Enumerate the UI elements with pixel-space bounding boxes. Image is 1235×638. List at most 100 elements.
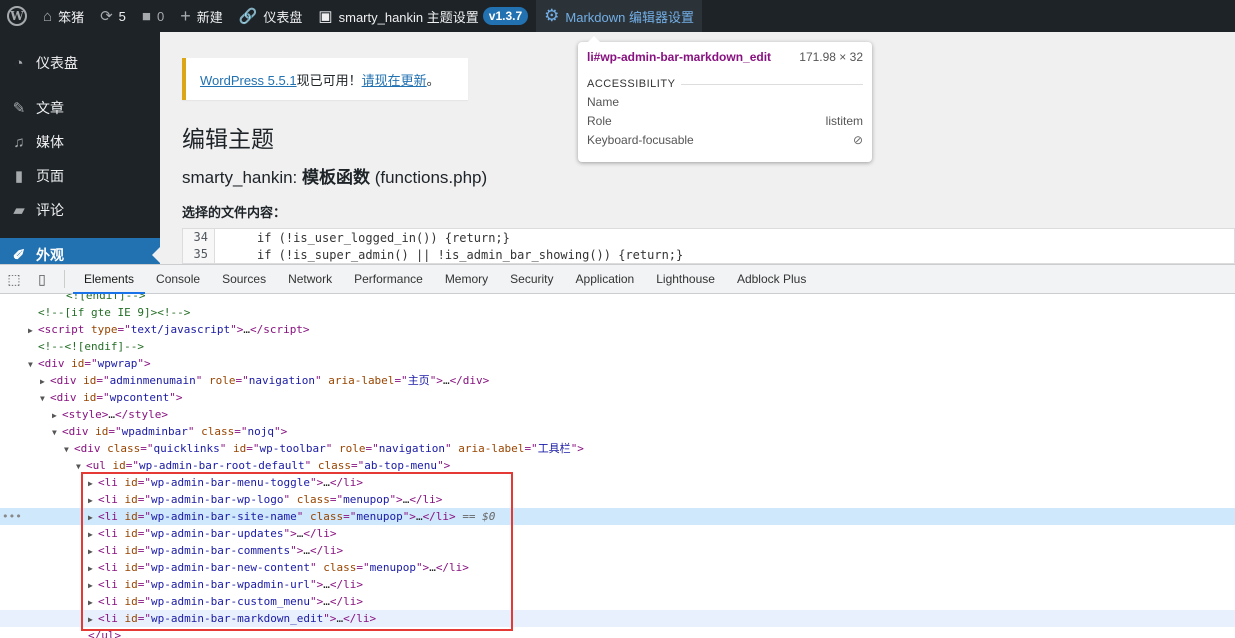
tab-security[interactable]: Security (499, 265, 564, 294)
file-title: smarty_hankin: 模板函数 (functions.php) (182, 163, 487, 188)
file-theme-name: smarty_hankin: (182, 168, 302, 187)
tooltip-selector: li#wp-admin-bar-markdown_edit (587, 50, 772, 64)
attr-value: nojq (247, 425, 274, 438)
device-toolbar-icon[interactable]: ▯ (28, 271, 56, 288)
wordpress-version-link[interactable]: WordPress 5.5.1 (200, 73, 297, 88)
dashboard-link[interactable]: 🔗 仪表盘 (231, 0, 311, 32)
attr-value: navigation (378, 442, 445, 455)
highlight-box (81, 472, 513, 631)
tooltip-role-value: listitem (825, 114, 863, 128)
admin-sidebar: ◔ 仪表盘 ✎ 文章 ♫ 媒体 ▮ 页面 ▰ 评论 ✐ 外观 (0, 32, 160, 272)
dom-line[interactable]: ▶ <div id="adminmenumain" role="navigatio… (0, 372, 1235, 389)
sidebar-item-media[interactable]: ♫ 媒体 (0, 125, 160, 159)
dom-comment: <![endif]--> (66, 294, 146, 302)
dom-line[interactable]: ▼ <div class="quicklinks" id="wp-toolbar"… (0, 440, 1235, 457)
version-badge: v1.3.7 (482, 7, 529, 25)
attr-value: wpadminbar (121, 425, 188, 438)
collapse-triangle-icon[interactable]: ▼ (52, 424, 62, 441)
tab-lighthouse[interactable]: Lighthouse (645, 265, 726, 294)
sidebar-item-comments[interactable]: ▰ 评论 (0, 193, 160, 227)
link-icon: 🔗 (238, 8, 258, 25)
comments-menu[interactable]: ■ 0 (134, 0, 172, 32)
site-name: 笨猪 (58, 9, 85, 25)
attr-value: wpcontent (109, 391, 170, 404)
tooltip-row-name: Name (587, 95, 863, 109)
sidebar-item-pages[interactable]: ▮ 页面 (0, 159, 160, 193)
tab-elements[interactable]: Elements (73, 265, 146, 294)
code-line: 34 if (!is_user_logged_in()) {return;} (183, 229, 1234, 246)
sidebar-item-label: 评论 (36, 202, 64, 218)
page-title: 编辑主题 (182, 126, 274, 152)
gear-icon: ⚙ (544, 6, 560, 25)
dom-line[interactable]: ▼ <div id="wpwrap"> (0, 355, 1235, 372)
dashboard-link-label: 仪表盘 (263, 9, 303, 25)
code-editor[interactable]: 34 if (!is_user_logged_in()) {return;} 3… (182, 228, 1235, 264)
sidebar-item-label: 仪表盘 (36, 55, 78, 71)
dom-line[interactable]: ▶ <script type="text/javascript">…</scrip… (0, 321, 1235, 338)
updates-count: 5 (118, 8, 126, 24)
sidebar-item-label: 外观 (36, 247, 64, 263)
dom-line[interactable]: <!--[if gte IE 9]><!--> (0, 304, 1235, 321)
update-now-link[interactable]: 请现在更新 (362, 73, 427, 88)
site-name-menu[interactable]: ⌂ 笨猪 (35, 0, 92, 32)
expand-triangle-icon[interactable]: ▶ (40, 373, 50, 390)
collapse-triangle-icon[interactable]: ▼ (28, 356, 38, 373)
wordpress-logo-icon: W (7, 6, 27, 26)
dashboard-icon: ◔ (14, 54, 24, 72)
brush-icon: ✐ (12, 247, 26, 264)
dom-line[interactable]: ▼ <div id="wpcontent"> (0, 389, 1235, 406)
media-icon: ♫ (13, 133, 25, 151)
attr-value: quicklinks (153, 442, 220, 455)
tooltip-role-label: Role (587, 114, 612, 128)
sidebar-item-dashboard[interactable]: ◔ 仪表盘 (0, 46, 160, 80)
collapse-triangle-icon[interactable]: ▼ (40, 390, 50, 407)
tooltip-header: li#wp-admin-bar-markdown_edit 171.98 × 3… (587, 50, 863, 64)
wp-logo-menu[interactable]: W (0, 0, 35, 32)
not-focusable-icon: ⊘ (852, 133, 863, 147)
tab-performance[interactable]: Performance (343, 265, 434, 294)
sidebar-item-posts[interactable]: ✎ 文章 (0, 91, 160, 125)
toolbar-divider (64, 270, 65, 288)
tab-console[interactable]: Console (145, 265, 211, 294)
updates-menu[interactable]: ⟳ 5 (92, 0, 134, 32)
code-text: if (!is_user_logged_in()) {return;} (257, 230, 510, 245)
comment-icon: ▰ (13, 202, 25, 219)
dom-line[interactable]: ▼ <div id="wpadminbar" class="nojq"> (0, 423, 1235, 440)
inspect-element-icon[interactable]: ⬚ (0, 271, 28, 288)
attr-value: 工具栏 (537, 442, 571, 455)
dom-line[interactable]: ▶ <style>…</style> (0, 406, 1235, 423)
devtools-toolbar: ⬚ ▯ Elements Console Sources Network Per… (0, 264, 1235, 294)
tooltip-name-label: Name (587, 95, 620, 109)
tab-network[interactable]: Network (277, 265, 343, 294)
expand-triangle-icon[interactable]: ▶ (52, 407, 62, 424)
tooltip-section-title: ACCESSIBILITY (587, 78, 863, 90)
theme-settings-icon: ▣ (318, 8, 333, 25)
notice-suffix: 。 (426, 73, 440, 88)
tab-sources[interactable]: Sources (211, 265, 277, 294)
tab-adblock-plus[interactable]: Adblock Plus (726, 265, 817, 294)
code-line: 35 if (!is_super_admin() || !is_admin_ba… (183, 246, 1234, 263)
new-content-menu[interactable]: + 新建 (172, 0, 231, 32)
admin-bar: W ⌂ 笨猪 ⟳ 5 ■ 0 + 新建 🔗 仪表盘 ▣ smarty_hanki… (0, 0, 1235, 32)
markdown-label: Markdown 编辑器设置 (565, 9, 694, 25)
sidebar-item-label: 文章 (36, 100, 64, 116)
tab-memory[interactable]: Memory (434, 265, 499, 294)
attr-value: ab-top-menu (364, 459, 438, 472)
tab-application[interactable]: Application (565, 265, 646, 294)
more-dots-icon[interactable]: ••• (2, 508, 22, 525)
attr-value: wpwrap (97, 357, 138, 370)
update-notice: WordPress 5.5.1现已可用！请现在更新。 (182, 58, 468, 100)
dom-line[interactable]: <![endif]--> (0, 294, 1235, 304)
theme-settings-label: smarty_hankin 主题设置 (338, 9, 479, 25)
comment-bubble-icon: ■ (141, 7, 151, 25)
tooltip-row-keyboard: Keyboard-focusable ⊘ (587, 133, 863, 147)
dom-comment: <!--[if gte IE 9]><!--> (38, 306, 191, 319)
expand-triangle-icon[interactable]: ▶ (28, 322, 38, 339)
home-icon: ⌂ (43, 7, 53, 25)
markdown-editor-menu[interactable]: ⚙ Markdown 编辑器设置 (536, 0, 702, 32)
refresh-icon: ⟳ (100, 8, 113, 25)
attr-value: 主页 (407, 374, 430, 387)
dom-line[interactable]: <!--<![endif]--> (0, 338, 1235, 355)
theme-settings-menu[interactable]: ▣ smarty_hankin 主题设置 v1.3.7 (310, 0, 536, 32)
collapse-triangle-icon[interactable]: ▼ (64, 441, 74, 458)
